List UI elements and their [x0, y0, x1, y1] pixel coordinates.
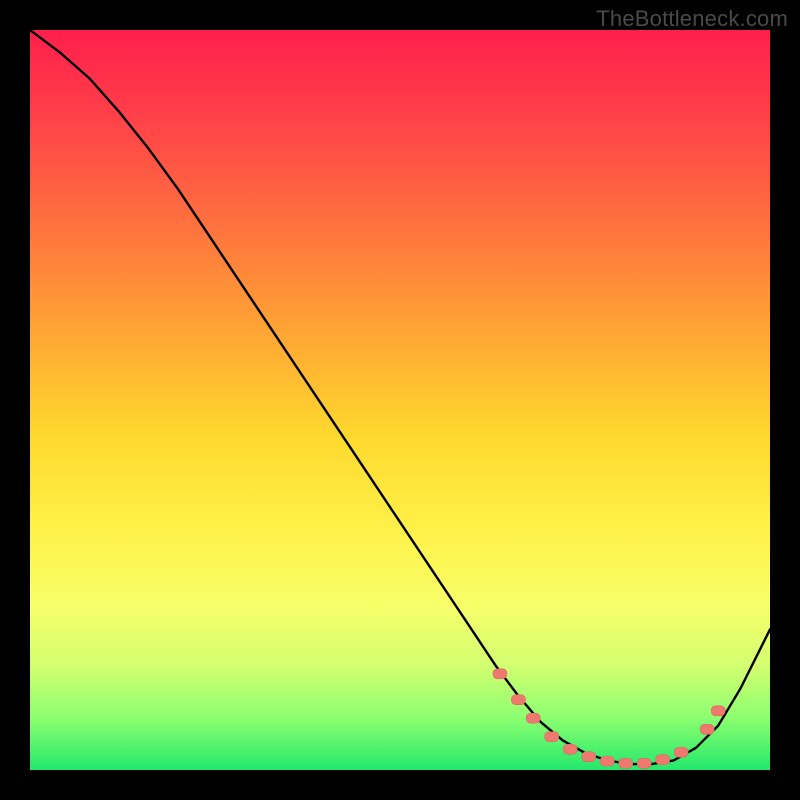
curve-marker: [582, 752, 596, 762]
curve-marker: [700, 724, 714, 734]
watermark-text: TheBottleneck.com: [596, 6, 788, 32]
curve-marker: [493, 669, 507, 679]
curve-marker: [637, 758, 651, 768]
curve-marker: [619, 758, 633, 768]
bottleneck-curve: [30, 30, 770, 764]
curve-marker: [511, 695, 525, 705]
chart-frame: TheBottleneck.com: [0, 0, 800, 800]
curve-marker: [656, 755, 670, 765]
curve-marker: [674, 747, 688, 757]
curve-marker: [711, 706, 725, 716]
plot-svg: [30, 30, 770, 770]
curve-marker: [563, 744, 577, 754]
curve-marker: [600, 756, 614, 766]
curve-marker: [526, 713, 540, 723]
curve-marker: [545, 732, 559, 742]
plot-area: [30, 30, 770, 770]
